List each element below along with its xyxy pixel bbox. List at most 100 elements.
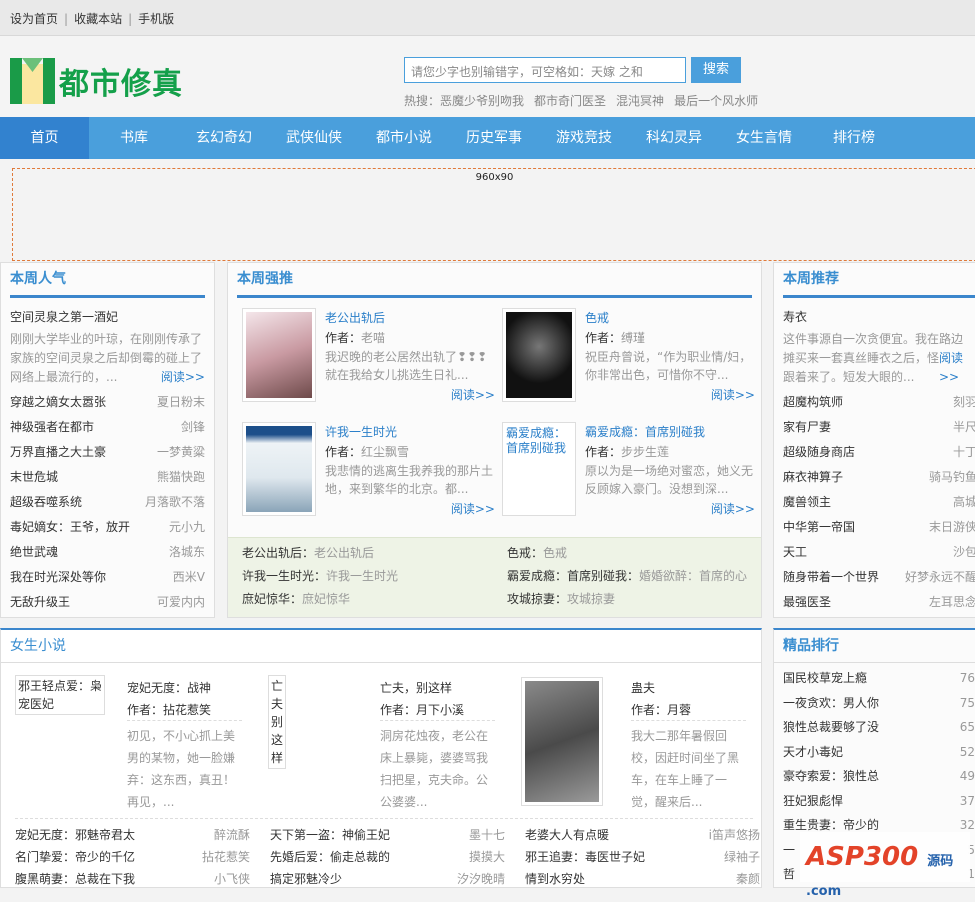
item-title[interactable]: 腹黑萌妻：总裁在下我 <box>15 868 135 890</box>
list-item[interactable]: 豪夺索爱：狼性总 49 <box>774 764 975 789</box>
book-title[interactable]: 老公出轨后 <box>325 308 495 328</box>
item-title[interactable]: 超级随身商店 <box>783 440 855 465</box>
item-title[interactable]: 一夜贪欢：男人你 <box>783 691 879 716</box>
read-more-link[interactable]: 阅读>> <box>450 386 495 404</box>
item-title[interactable]: 哲 <box>783 862 795 887</box>
list-item[interactable]: 家有尸妻 半尺 <box>774 415 975 440</box>
list-item[interactable]: 先婚后爱：偷走总裁的 摸摸大 <box>270 846 505 868</box>
list-item[interactable]: 绝世武魂 洛城东 <box>1 540 214 565</box>
link-value[interactable]: 老公出轨后 <box>314 546 374 560</box>
read-more-link[interactable]: 阅读>> <box>939 349 975 387</box>
list-item[interactable]: 名门挚爱：帝少的千亿 拈花惹笑 <box>15 846 250 868</box>
item-title[interactable]: 我在时光深处等你 <box>10 565 106 590</box>
book-cover[interactable] <box>521 677 603 806</box>
list-item[interactable]: 老婆大人有点暖 i笛声悠扬 <box>525 824 760 846</box>
push-link[interactable]: 老公出轨后：老公出轨后 <box>242 542 507 565</box>
item-title[interactable]: 邪王追妻：毒医世子妃 <box>525 846 645 868</box>
book-card[interactable]: 色戒 作者：缚瑾 祝臣舟曾说，“作为职业情/妇，你非常出色，可惜你不守... 阅读>> <box>502 308 762 408</box>
item-title[interactable]: 国民校草宠上瘾 <box>783 666 867 691</box>
list-item[interactable]: 狼性总裁要够了没 65 <box>774 715 975 740</box>
list-item[interactable]: 腹黑萌妻：总裁在下我 小飞侠 <box>15 868 250 890</box>
list-item[interactable]: 宠妃无度：邪魅帝君太 醉流酥 <box>15 824 250 846</box>
push-link[interactable]: 庶妃惊华：庶妃惊华 <box>242 588 507 611</box>
item-title[interactable]: 万界直播之大土豪 <box>10 440 106 465</box>
item-title[interactable]: 末世危城 <box>10 465 58 490</box>
cover-alt-text[interactable]: 亡夫别这样 <box>268 675 287 769</box>
ad-banner[interactable]: 960x90 <box>12 168 975 261</box>
list-item[interactable]: 穿越之嫡女太嚣张 夏日粉末 <box>1 390 214 415</box>
list-item[interactable]: 随身带着一个世界 好梦永远不醒 <box>774 565 975 590</box>
list-item[interactable]: 最强医圣 左耳思念 <box>774 590 975 615</box>
list-item[interactable]: 天工 沙包 <box>774 540 975 565</box>
list-item[interactable]: 狂妃狠彪悍 37 <box>774 789 975 814</box>
list-item[interactable]: 天下第一盗：神偷王妃 墨十七 <box>270 824 505 846</box>
item-title[interactable]: 超级吞噬系统 <box>10 490 82 515</box>
search-input[interactable]: 请您少字也别输错字，可空格如：天嫁 之和 <box>404 57 686 83</box>
link-value[interactable]: 色戒 <box>543 546 567 560</box>
item-title[interactable]: 中华第一帝国 <box>783 515 855 540</box>
list-item[interactable]: 神级强者在都市 剑锋 <box>1 415 214 440</box>
list-item[interactable]: 无敌升级王 可爱内内 <box>1 590 214 615</box>
featured-title[interactable]: 寿衣 <box>774 305 975 330</box>
set-homepage-link[interactable]: 设为首页 <box>10 12 58 26</box>
nav-item-7[interactable]: 科幻灵异 <box>629 117 719 159</box>
read-more-link[interactable]: 阅读>> <box>450 500 495 518</box>
list-item[interactable]: 麻衣神算子 骑马钓鱼 <box>774 465 975 490</box>
push-link[interactable]: 霸爱成瘾：首席别碰我：婚婚欲醉：首席的心 <box>507 565 747 588</box>
nav-item-1[interactable]: 书库 <box>89 117 179 159</box>
book-title[interactable]: 蛊夫 <box>631 677 746 699</box>
list-item[interactable]: 我在时光深处等你 西米V <box>1 565 214 590</box>
list-item[interactable]: 邪王追妻：毒医世子妃 绿袖子 <box>525 846 760 868</box>
item-title[interactable]: 名门挚爱：帝少的千亿 <box>15 846 135 868</box>
book-title[interactable]: 色戒 <box>585 308 755 328</box>
hot-search-link[interactable]: 混沌冥神 <box>616 94 664 108</box>
book-card[interactable]: 许我一生时光 作者：红尘飘雪 我悲情的逃离生我养我的那片土地，来到繁华的北京。都..… <box>242 422 502 522</box>
nav-item-6[interactable]: 游戏竞技 <box>539 117 629 159</box>
item-title[interactable]: 超魔构筑师 <box>783 390 843 415</box>
item-title[interactable]: 搞定邪魅冷少 <box>270 868 342 890</box>
push-link[interactable]: 攻城掠妻：攻城掠妻 <box>507 588 747 611</box>
item-title[interactable]: 豪夺索爱：狼性总 <box>783 764 879 789</box>
item-title[interactable]: 绝世武魂 <box>10 540 58 565</box>
list-item[interactable]: 国民校草宠上瘾 76 <box>774 666 975 691</box>
list-item[interactable]: 万界直播之大土豪 一梦黄粱 <box>1 440 214 465</box>
item-title[interactable]: 天工 <box>783 540 807 565</box>
link-value[interactable]: 婚婚欲醉：首席的心 <box>639 569 747 583</box>
list-item[interactable]: 末世危城 熊猫快跑 <box>1 465 214 490</box>
item-title[interactable]: 狼性总裁要够了没 <box>783 715 879 740</box>
book-cover[interactable]: 霸爱成瘾：首席别碰我 <box>502 422 576 516</box>
list-item[interactable]: 一夜贪欢：男人你 75 <box>774 691 975 716</box>
book-cover[interactable] <box>242 422 316 516</box>
item-title[interactable]: 先婚后爱：偷走总裁的 <box>270 846 390 868</box>
nav-item-2[interactable]: 玄幻奇幻 <box>179 117 269 159</box>
hot-search-link[interactable]: 最后一个风水师 <box>674 94 758 108</box>
list-item[interactable]: 魔兽领主 高城 <box>774 490 975 515</box>
bookmark-link[interactable]: 收藏本站 <box>74 12 122 26</box>
item-title[interactable]: 魔兽领主 <box>783 490 831 515</box>
mobile-link[interactable]: 手机版 <box>138 12 174 26</box>
push-link[interactable]: 许我一生时光：许我一生时光 <box>242 565 507 588</box>
hot-search-link[interactable]: 恶魔少爷别吻我 <box>440 94 524 108</box>
push-link[interactable]: 色戒：色戒 <box>507 542 747 565</box>
item-title[interactable]: 宠妃无度：邪魅帝君太 <box>15 824 135 846</box>
nav-item-8[interactable]: 女生言情 <box>719 117 809 159</box>
book-cover[interactable] <box>242 308 316 402</box>
nav-item-9[interactable]: 排行榜 <box>809 117 899 159</box>
item-title[interactable]: 天才小毒妃 <box>783 740 843 765</box>
book-cover[interactable] <box>502 308 576 402</box>
item-title[interactable]: 一 <box>783 838 795 863</box>
item-title[interactable]: 麻衣神算子 <box>783 465 843 490</box>
list-item[interactable]: 超魔构筑师 刻羽 <box>774 390 975 415</box>
list-item[interactable]: 搞定邪魅冷少 汐汐晚晴 <box>270 868 505 890</box>
featured-title[interactable]: 空间灵泉之第一酒妃 <box>1 305 214 330</box>
list-item[interactable]: 中华第一帝国 末日游侠 <box>774 515 975 540</box>
item-title[interactable]: 最强医圣 <box>783 590 831 615</box>
item-title[interactable]: 狂妃狠彪悍 <box>783 789 843 814</box>
book-title[interactable]: 亡夫，别这样 <box>380 677 495 699</box>
nav-item-5[interactable]: 历史军事 <box>449 117 539 159</box>
nav-item-4[interactable]: 都市小说 <box>359 117 449 159</box>
list-item[interactable]: 情到水穷处 秦颜 <box>525 868 760 890</box>
list-item[interactable]: 天才小毒妃 52 <box>774 740 975 765</box>
item-title[interactable]: 无敌升级王 <box>10 590 70 615</box>
nav-item-3[interactable]: 武侠仙侠 <box>269 117 359 159</box>
